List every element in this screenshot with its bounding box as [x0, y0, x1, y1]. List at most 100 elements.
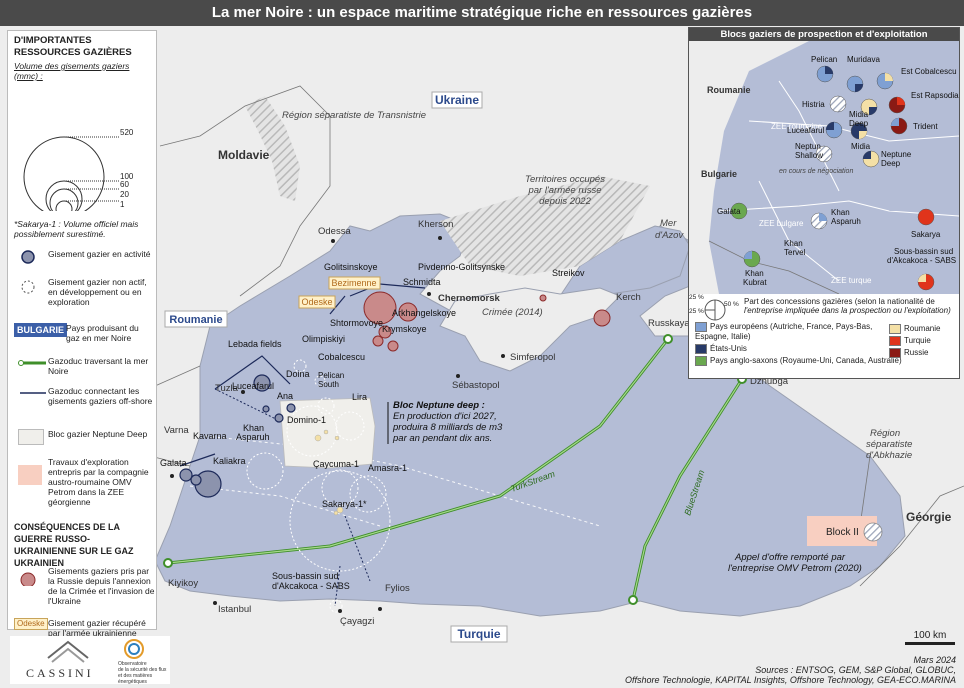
label-occupied-2: par l'armée russe [527, 185, 601, 196]
map-legend: D'importantes ressources gazières Volume… [7, 30, 157, 638]
label-kherson: Kherson [418, 219, 453, 230]
cassini-wordmark: CASSINI [26, 666, 94, 680]
sources-footer: Mars 2024 Sources : ENTSOG, GEM, S&P Glo… [625, 655, 956, 685]
leg-europe-row: Pays européens (Autriche, France, Pays-B… [695, 322, 875, 341]
label-occupied-1: Territoires occupés [525, 174, 605, 185]
legend-volume-label: Volume des gisements gaziers (mmc) : [14, 61, 130, 81]
label-domino: Domino-1 [287, 415, 326, 425]
label-pelican-2: South [318, 380, 339, 389]
inset-neptune-deep-1: Neptune [881, 150, 912, 159]
bluestream-pipeline [631, 378, 744, 601]
inset-midia-deep-2: Deep [849, 119, 869, 128]
leg-roumanie-row: Roumanie [889, 324, 940, 334]
bulgaria-tag: Bulgarie [14, 323, 67, 337]
krymskoye-field [387, 340, 399, 352]
inset-midia-deep-1: Midia [849, 110, 869, 119]
inset-khan-tervel-1: Khan [784, 239, 803, 248]
shtormovoye-field [372, 335, 384, 347]
legend-heading-war: Conséquences de la guerre russo-ukrainie… [14, 522, 134, 568]
label-sakarya: Sakarya-1* [322, 499, 367, 509]
inset-est-rapsodia: Est Rapsodia [911, 91, 959, 100]
inset-est-cobalcescu: Est Cobalcescu [901, 67, 957, 76]
inset-galata: Galata [717, 207, 741, 216]
leg-roumanie: Roumanie [904, 324, 941, 334]
turkstream-pipeline [167, 338, 670, 565]
inset-midia: Midia [851, 142, 871, 151]
neptune-annotation-3: par an pendant dix ans. [392, 433, 492, 444]
share-text-2: l'entreprise impliquée dans la prospecti… [744, 306, 951, 315]
inset-title: Blocs gaziers de prospection et d'exploi… [689, 28, 959, 41]
kiyikoy-terminal [163, 558, 173, 568]
vol-520: 520 [120, 128, 134, 137]
label-lebada: Lebada fields [228, 339, 282, 349]
label-turquie: Turquie [457, 627, 500, 641]
inset-blocks-map: Blocs gaziers de prospection et d'exploi… [688, 27, 960, 379]
taken-field-symbol [20, 572, 36, 586]
label-galata: Galata [160, 458, 187, 468]
label-shtormovoye: Shtormovoye [330, 318, 383, 328]
label-odessa: Odessa [318, 226, 351, 237]
inset-pelican: Pelican [811, 55, 837, 64]
legend-recovered: Gisement gazier récupéré par l'armée ukr… [48, 618, 146, 638]
label-kaliakra: Kaliakra [213, 456, 246, 466]
ana-field [274, 413, 284, 423]
label-azov-2: d'Azov [655, 230, 684, 241]
label-chernomorsk: Chernomorsk [438, 293, 500, 304]
pipeline-offshore-symbol [20, 392, 46, 394]
share-text-1: Part des concessions gazières (selon la … [744, 297, 935, 306]
leg-russie-row: Russie [889, 348, 928, 358]
scale-label: 100 km [913, 630, 947, 641]
leg-turquie-row: Turquie [889, 336, 931, 346]
russkaya-terminal [663, 334, 673, 344]
sakarya-note: *Sakarya-1 : Volume officiel mais possib… [14, 219, 139, 239]
vol-1: 1 [120, 200, 125, 209]
map-title: La mer Noire : un espace maritime straté… [0, 0, 964, 26]
share-pct-25b: 25 % [689, 308, 704, 315]
map-date: Mars 2024 [913, 655, 956, 665]
label-doina: Doina [286, 369, 310, 379]
label-kavarna: Kavarna [193, 431, 227, 441]
pipeline-sea-symbol [18, 360, 46, 366]
label-cayagzi: Çayagzi [340, 616, 374, 627]
label-istanbul: Istanbul [218, 604, 251, 615]
inset-zee-bulgare: ZEE bulgare [759, 219, 804, 228]
label-luceafarul: Luceafarul [232, 381, 274, 391]
observatory-logo-icon [124, 639, 144, 659]
label-amasra: Amasra-1 [368, 463, 407, 473]
label-lira: Lira [352, 392, 367, 402]
logo-block: CASSINI Observatoire de la sécurité des … [10, 636, 170, 685]
obs-line-3: et des matières énergétiques [118, 673, 153, 685]
inset-zee-turque: ZEE turque [831, 276, 872, 285]
label-arkhangelskoye: Arkhangelskoye [392, 308, 456, 318]
label-pelican-1: Pelican [318, 371, 344, 380]
kavarna-field [179, 468, 193, 482]
label-fylios: Fylios [385, 583, 410, 594]
neptune-annotation-title: Bloc Neptune deep : [393, 400, 485, 411]
inset-negociation: en cours de négociation [779, 168, 853, 175]
label-occupied-3: depuis 2022 [539, 196, 591, 207]
doina-field [286, 403, 296, 413]
label-caycuma: Çaycuma-1 [313, 459, 359, 469]
label-olimpiskiyi: Olimpiskiyi [302, 334, 345, 344]
label-sebastopol: Sébastopol [452, 380, 500, 391]
label-pivdenno: Pivdenno-Golitsynske [418, 262, 505, 272]
label-russkaya: Russkaya [648, 318, 690, 329]
inset-khan-asparuh-1: Khan [831, 208, 850, 217]
label-cobalcescu: Cobalcescu [318, 352, 365, 362]
inset-muridava: Muridava [847, 55, 880, 64]
neptune-annotation-1: En production d'ici 2027, [393, 411, 497, 422]
sources-line-2: Offshore Technologie, KAPITAL Insights, … [625, 675, 956, 685]
leg-us: États-Unis [710, 344, 747, 354]
legend-neptune-block: Bloc gazier Neptune Deep [48, 429, 148, 439]
label-golitsinskoye: Golitsinskoye [324, 262, 378, 272]
legend-pipeline-offshore: Gazoduc connectant les gisements gaziers… [48, 386, 153, 406]
share-pct-50: 50 % [724, 301, 739, 308]
inactive-field-symbol [21, 280, 35, 294]
leg-us-row: États-Unis [695, 344, 747, 354]
inset-neptune-deep-2: Deep [881, 159, 901, 168]
label-crimee: Crimée (2014) [482, 307, 543, 318]
inset-sakarya: Sakarya [911, 230, 941, 239]
luceafarul-field [262, 405, 270, 413]
leg-europe: Pays européens (Autriche, France, Pays-B… [695, 322, 873, 341]
label-kiyikoy: Kiyikoy [168, 578, 198, 589]
